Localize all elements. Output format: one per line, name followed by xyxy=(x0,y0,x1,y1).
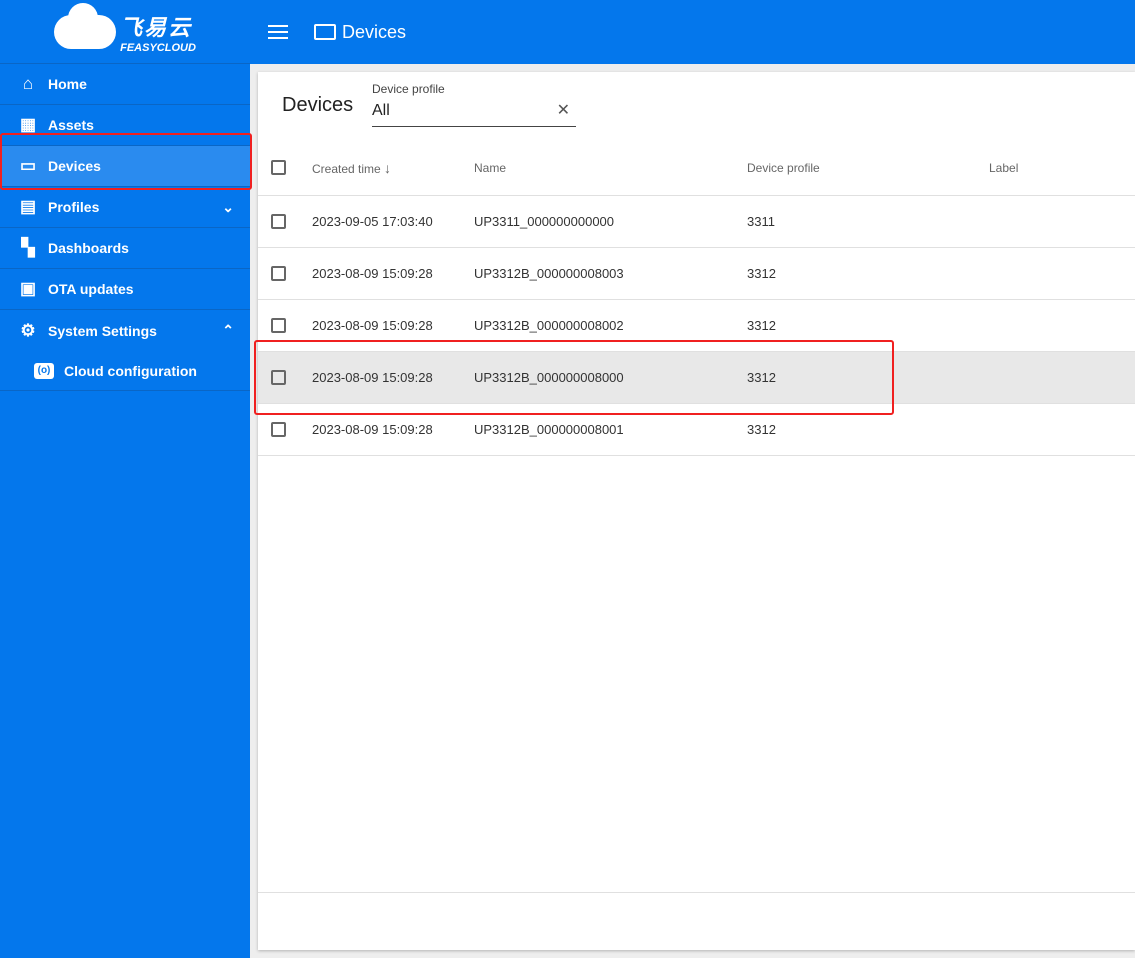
cell-device-profile: 3312 xyxy=(747,318,776,333)
page-title: Devices xyxy=(342,21,407,42)
row-checkbox[interactable] xyxy=(271,266,286,281)
highlight-box xyxy=(0,133,252,190)
cloud-logo-icon xyxy=(54,2,117,49)
device-profile-filter[interactable]: Device profile All ✕ xyxy=(372,82,576,127)
filter-label: Device profile xyxy=(372,82,445,96)
devices-card: Devices Device profile All ✕ Created tim… xyxy=(258,72,1135,950)
cell-name: UP3312B_000000008001 xyxy=(474,422,624,437)
devices-icon xyxy=(314,24,336,40)
cloud-config-icon: (o) xyxy=(34,362,54,379)
chevron-up-icon[interactable]: ⌃ xyxy=(222,322,234,339)
card-title: Devices xyxy=(282,94,354,116)
sidebar-item-home[interactable]: ⌂ Home xyxy=(0,64,250,105)
cell-name: UP3312B_000000008002 xyxy=(474,318,624,333)
gear-icon: ⚙ xyxy=(20,320,36,340)
table-header: Created time ↓ Name Device profile Label xyxy=(258,140,1135,196)
sidebar-item-label: Home xyxy=(48,76,87,92)
sidebar-item-label: System Settings xyxy=(48,322,157,339)
sidebar-item-profiles[interactable]: ▤ Profiles ⌄ xyxy=(0,187,250,228)
cell-device-profile: 3312 xyxy=(747,266,776,281)
chevron-down-icon[interactable]: ⌄ xyxy=(222,199,234,216)
logo-en: FEASYCLOUD xyxy=(120,41,196,54)
clear-icon[interactable]: ✕ xyxy=(557,100,570,120)
arrow-down-icon: ↓ xyxy=(384,159,392,176)
row-checkbox[interactable] xyxy=(271,422,286,437)
dashboard-icon: ▚ xyxy=(21,238,35,257)
table-footer xyxy=(258,892,1135,950)
cell-device-profile: 3312 xyxy=(747,422,776,437)
highlight-box xyxy=(254,340,894,415)
sidebar-item-system-settings[interactable]: ⚙ System Settings ⌃ xyxy=(0,310,250,351)
select-all-checkbox[interactable] xyxy=(271,160,286,175)
home-icon: ⌂ xyxy=(22,74,34,93)
table-row[interactable]: 2023-09-05 17:03:40 UP3311_000000000000 … xyxy=(258,196,1135,248)
cell-device-profile: 3311 xyxy=(747,214,775,229)
sidebar-item-label: Profiles xyxy=(48,199,100,215)
sidebar-item-label: Cloud configuration xyxy=(64,362,197,379)
cell-name: UP3312B_000000008003 xyxy=(474,266,624,281)
column-label: Created time xyxy=(312,161,381,176)
row-checkbox[interactable] xyxy=(271,214,286,229)
row-checkbox[interactable] xyxy=(271,318,286,333)
cell-created-time: 2023-09-05 17:03:40 xyxy=(312,214,433,229)
cell-created-time: 2023-08-09 15:09:28 xyxy=(312,422,433,437)
chip-icon: ▣ xyxy=(19,279,37,298)
column-name[interactable]: Name xyxy=(474,161,506,175)
table-row[interactable]: 2023-08-09 15:09:28 UP3312B_000000008003… xyxy=(258,248,1135,300)
sidebar-item-label: Dashboards xyxy=(48,240,129,256)
cell-created-time: 2023-08-09 15:09:28 xyxy=(312,318,433,333)
sidebar-item-label: OTA updates xyxy=(48,281,134,297)
cell-name: UP3311_000000000000 xyxy=(474,214,615,229)
column-label[interactable]: Label xyxy=(989,161,1018,175)
sidebar-item-label: Assets xyxy=(48,117,94,133)
column-created-time[interactable]: Created time ↓ xyxy=(312,160,391,176)
menu-icon[interactable] xyxy=(268,25,288,39)
cell-created-time: 2023-08-09 15:09:28 xyxy=(312,266,433,281)
sidebar-item-dashboards[interactable]: ▚ Dashboards xyxy=(0,228,250,269)
sidebar-item-cloud-configuration[interactable]: (o) Cloud configuration xyxy=(0,351,250,391)
sidebar-item-ota[interactable]: ▣ OTA updates xyxy=(0,269,250,310)
top-bar: Devices xyxy=(250,0,1135,64)
filter-value: All xyxy=(372,102,390,119)
badge-icon: ▤ xyxy=(19,197,37,216)
column-device-profile[interactable]: Device profile xyxy=(747,161,820,175)
logo: 飞易云 FEASYCLOUD xyxy=(0,0,250,64)
building-icon: ▦ xyxy=(19,115,37,134)
logo-cn: 飞易云 xyxy=(120,14,193,40)
